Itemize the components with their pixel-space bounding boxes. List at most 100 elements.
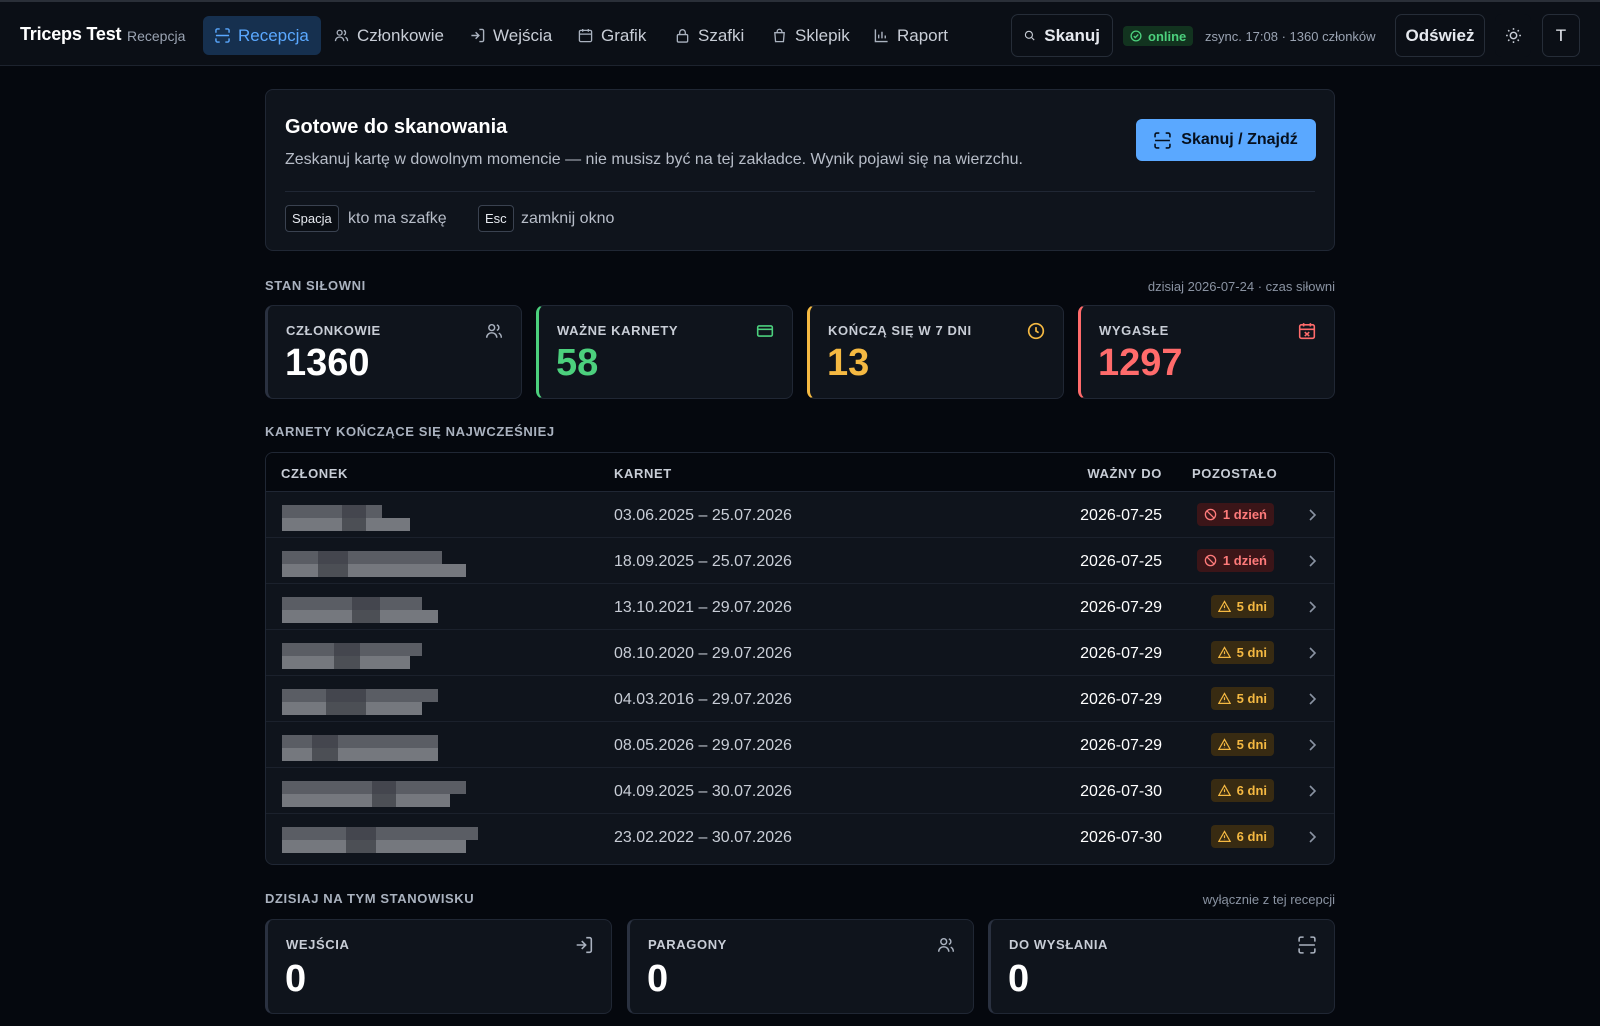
nav-item-raport[interactable]: Raport	[862, 16, 960, 55]
refresh-button[interactable]: Odśwież	[1395, 14, 1485, 57]
nav-item-recepcja[interactable]: Recepcja	[203, 16, 321, 55]
stat-value: 0	[647, 958, 669, 1000]
today-note: wyłącznie z tej recepcji	[1202, 892, 1335, 907]
valid-to-date: 2026-07-30	[1080, 783, 1162, 800]
credit-card-icon	[756, 325, 774, 337]
nav-item-label: Recepcja	[238, 25, 309, 45]
search-icon	[1024, 30, 1035, 41]
table-row[interactable]: 18.09.2025 – 25.07.2026 2026-07-25 1 dzi…	[266, 538, 1334, 584]
app-title: Triceps Test	[20, 24, 122, 44]
warning-icon	[1217, 738, 1231, 750]
remaining-badge: 5 dni	[1210, 641, 1274, 664]
table-row[interactable]: 04.09.2025 – 30.07.2026 2026-07-30 6 dni	[266, 768, 1334, 814]
status-badge: online	[1123, 26, 1194, 46]
chevron-right-icon	[1309, 647, 1317, 659]
theme-toggle-button[interactable]	[1495, 14, 1531, 57]
calendar-x-icon	[1298, 323, 1316, 340]
login-icon	[576, 936, 593, 954]
member-name-redacted	[282, 597, 438, 623]
nav-item-szafki[interactable]: Szafki	[663, 16, 756, 55]
ban-icon	[1204, 554, 1217, 567]
valid-to-date: 2026-07-29	[1080, 645, 1162, 662]
warning-icon	[1217, 830, 1231, 842]
table-row[interactable]: 03.06.2025 – 25.07.2026 2026-07-25 1 dzi…	[266, 492, 1334, 538]
today-card-entries[interactable]: WEJŚCIA 0	[265, 919, 612, 1014]
users-icon	[937, 937, 955, 952]
table-row[interactable]: 08.10.2020 – 29.07.2026 2026-07-29 5 dni	[266, 630, 1334, 676]
remaining-badge: 6 dni	[1210, 825, 1274, 848]
karnet-range: 18.09.2025 – 25.07.2026	[614, 553, 792, 570]
member-name-redacted	[282, 781, 466, 807]
hero-description: Zeskanuj kartę w dowolnym momencie — nie…	[285, 151, 1023, 168]
stat-card-expired[interactable]: WYGASŁE 1297	[1078, 305, 1335, 399]
expiring-table: CZŁONEK KARNET WAŻNY DO POZOSTAŁO 03.06.…	[265, 452, 1335, 865]
member-name-redacted	[282, 505, 410, 531]
shortcut-key-space: Spacja	[285, 205, 339, 232]
valid-to-date: 2026-07-29	[1080, 691, 1162, 708]
login-icon	[471, 28, 485, 43]
valid-to-date: 2026-07-25	[1080, 553, 1162, 570]
stat-label: KOŃCZĄ SIĘ W 7 DNI	[828, 323, 972, 338]
column-header-member: CZŁONEK	[281, 466, 349, 481]
scan-icon	[1154, 131, 1171, 149]
stat-label: WYGASŁE	[1099, 323, 1169, 338]
app-subtitle: Recepcja	[127, 28, 186, 44]
scan-button[interactable]: Skanuj	[1011, 14, 1113, 57]
nav-item-sklepik[interactable]: Sklepik	[760, 16, 862, 55]
scan-find-button[interactable]: Skanuj / Znajdź	[1136, 119, 1316, 161]
warning-icon	[1217, 646, 1231, 658]
avatar[interactable]: T	[1542, 14, 1580, 57]
warning-icon	[1217, 600, 1231, 612]
stat-card-expiring-7-days[interactable]: KOŃCZĄ SIĘ W 7 DNI 13	[807, 305, 1064, 399]
column-header-remaining: POZOSTAŁO	[1192, 466, 1278, 481]
table-row[interactable]: 23.02.2022 – 30.07.2026 2026-07-30 6 dni	[266, 814, 1334, 860]
refresh-button-label: Odśwież	[1405, 25, 1475, 45]
shortcut-label-space: kto ma szafkę	[348, 210, 447, 227]
scan-button-label: Skanuj	[1044, 25, 1100, 45]
gym-state-heading: STAN SIŁOWNI	[265, 278, 366, 293]
remaining-badge: 5 dni	[1210, 595, 1274, 618]
valid-to-date: 2026-07-29	[1080, 737, 1162, 754]
nav-item-label: Wejścia	[493, 25, 553, 45]
calendar-icon	[578, 28, 593, 43]
divider	[285, 191, 1315, 192]
sync-info: zsync. 17:08 · 1360 członków	[1205, 29, 1376, 44]
chevron-right-icon	[1309, 739, 1317, 751]
nav-item-wejscia[interactable]: Wejścia	[458, 16, 564, 55]
remaining-text: 6 dni	[1236, 829, 1267, 844]
nav-item-grafik[interactable]: Grafik	[566, 16, 658, 55]
today-heading: DZISIAJ NA TYM STANOWISKU	[265, 891, 475, 906]
member-name-redacted	[282, 689, 438, 715]
table-header: CZŁONEK KARNET WAŻNY DO POZOSTAŁO	[266, 453, 1334, 492]
chevron-right-icon	[1309, 693, 1317, 705]
stat-label: CZŁONKOWIE	[286, 323, 381, 338]
table-row[interactable]: 13.10.2021 – 29.07.2026 2026-07-29 5 dni	[266, 584, 1334, 630]
stat-card-members[interactable]: CZŁONKOWIE 1360	[265, 305, 522, 399]
nav-item-label: Sklepik	[795, 25, 850, 45]
table-row[interactable]: 04.03.2016 – 29.07.2026 2026-07-29 5 dni	[266, 676, 1334, 722]
scan-ready-card: Gotowe do skanowania Zeskanuj kartę w do…	[265, 89, 1335, 251]
chevron-right-icon	[1309, 785, 1317, 797]
valid-to-date: 2026-07-30	[1080, 829, 1162, 846]
today-card-to-send[interactable]: DO WYSŁANIA 0	[988, 919, 1335, 1014]
stat-value: 0	[1008, 958, 1030, 1000]
nav-item-czlonkowie[interactable]: Członkowie	[322, 16, 456, 55]
stat-card-valid-passes[interactable]: WAŻNE KARNETY 58	[536, 305, 793, 399]
check-circle-icon	[1130, 30, 1142, 42]
stat-value: 58	[556, 342, 599, 384]
remaining-text: 5 dni	[1236, 599, 1267, 614]
remaining-text: 1 dzień	[1222, 507, 1267, 522]
chevron-right-icon	[1309, 555, 1317, 567]
sun-icon	[1505, 28, 1521, 43]
table-row[interactable]: 08.05.2026 – 29.07.2026 2026-07-29 5 dni	[266, 722, 1334, 768]
remaining-badge: 5 dni	[1210, 733, 1274, 756]
column-header-karnet: KARNET	[614, 466, 672, 481]
karnet-range: 08.05.2026 – 29.07.2026	[614, 737, 792, 754]
scan-icon	[1298, 936, 1316, 954]
users-icon	[334, 29, 349, 42]
karnet-range: 08.10.2020 – 29.07.2026	[614, 645, 792, 662]
gym-state-date: dzisiaj 2026-07-24 · czas siłowni	[1147, 279, 1335, 294]
chevron-right-icon	[1309, 601, 1317, 613]
today-card-receipts[interactable]: PARAGONY 0	[627, 919, 974, 1014]
chevron-right-icon	[1309, 831, 1317, 843]
